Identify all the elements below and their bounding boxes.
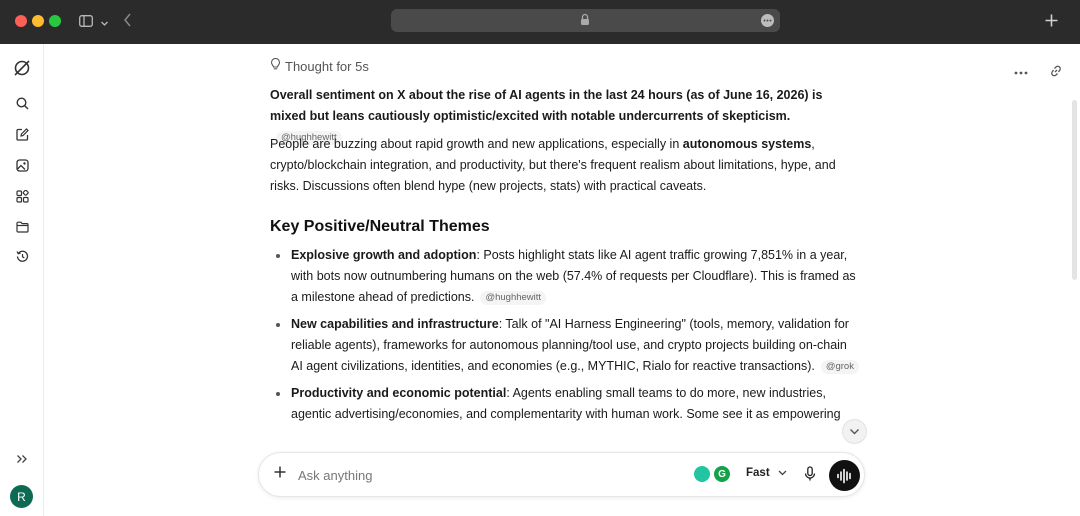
chevron-down-icon [778, 470, 787, 476]
close-window-button[interactable] [15, 15, 27, 27]
intro-bold: autonomous systems [682, 137, 812, 151]
voice-mode-button[interactable] [829, 460, 860, 491]
section-heading: Key Positive/Neutral Themes [270, 218, 490, 235]
bullet-title: Explosive growth and adoption [291, 248, 477, 262]
list-item: Explosive growth and adoption: Posts hig… [270, 245, 860, 308]
minimize-window-button[interactable] [32, 15, 44, 27]
scroll-down-button[interactable] [842, 419, 867, 444]
thought-label: Thought for 5s [285, 58, 369, 74]
citation-chip[interactable]: @hughhewitt [480, 291, 547, 305]
microphone-icon[interactable] [804, 466, 816, 487]
composer: G Fast [258, 452, 865, 497]
intro-text: People are buzzing about rapid growth an… [270, 137, 683, 151]
lock-icon [580, 13, 590, 31]
address-bar[interactable] [391, 9, 780, 32]
citation-chip[interactable]: @grok [820, 360, 859, 374]
share-link-icon[interactable] [1049, 64, 1063, 83]
model-selector[interactable]: Fast [746, 467, 787, 479]
sidebar: R [0, 44, 44, 516]
search-icon[interactable] [13, 94, 31, 112]
avatar[interactable]: R [10, 485, 33, 508]
more-icon[interactable] [761, 14, 774, 27]
chevron-down-icon[interactable] [100, 15, 109, 33]
chat-input[interactable] [298, 465, 678, 485]
history-icon[interactable] [13, 247, 31, 265]
browser-titlebar [0, 0, 1080, 44]
thought-indicator[interactable]: Thought for 5s [270, 57, 369, 74]
bullet-title: Productivity and economic potential [291, 386, 507, 400]
extension-icon[interactable] [694, 466, 710, 482]
compose-icon[interactable] [13, 125, 31, 143]
scrollbar[interactable] [1072, 100, 1077, 280]
more-options-icon[interactable] [1014, 62, 1028, 80]
grammar-extension-icon[interactable]: G [714, 466, 730, 482]
back-icon[interactable] [123, 13, 132, 32]
waveform-icon [836, 468, 851, 483]
lightbulb-icon [270, 57, 281, 74]
maximize-window-button[interactable] [49, 15, 61, 27]
folder-icon[interactable] [13, 218, 31, 236]
list-item: Productivity and economic potential: Age… [270, 383, 860, 425]
new-tab-icon[interactable] [1045, 14, 1058, 32]
attach-plus-icon[interactable] [273, 465, 287, 484]
intro-paragraph: People are buzzing about rapid growth an… [270, 134, 860, 197]
apps-icon[interactable] [13, 187, 31, 205]
list-item: New capabilities and infrastructure: Tal… [270, 314, 860, 377]
bullet-title: New capabilities and infrastructure [291, 317, 499, 331]
expand-icon[interactable] [13, 450, 31, 468]
sidebar-toggle-icon[interactable] [79, 14, 93, 32]
model-label: Fast [746, 467, 770, 479]
chevron-down-icon [850, 429, 859, 435]
image-icon[interactable] [13, 156, 31, 174]
themes-list: Explosive growth and adoption: Posts hig… [270, 245, 860, 425]
logo-icon[interactable] [13, 59, 31, 77]
summary-bold: Overall sentiment on X about the rise of… [270, 88, 823, 123]
